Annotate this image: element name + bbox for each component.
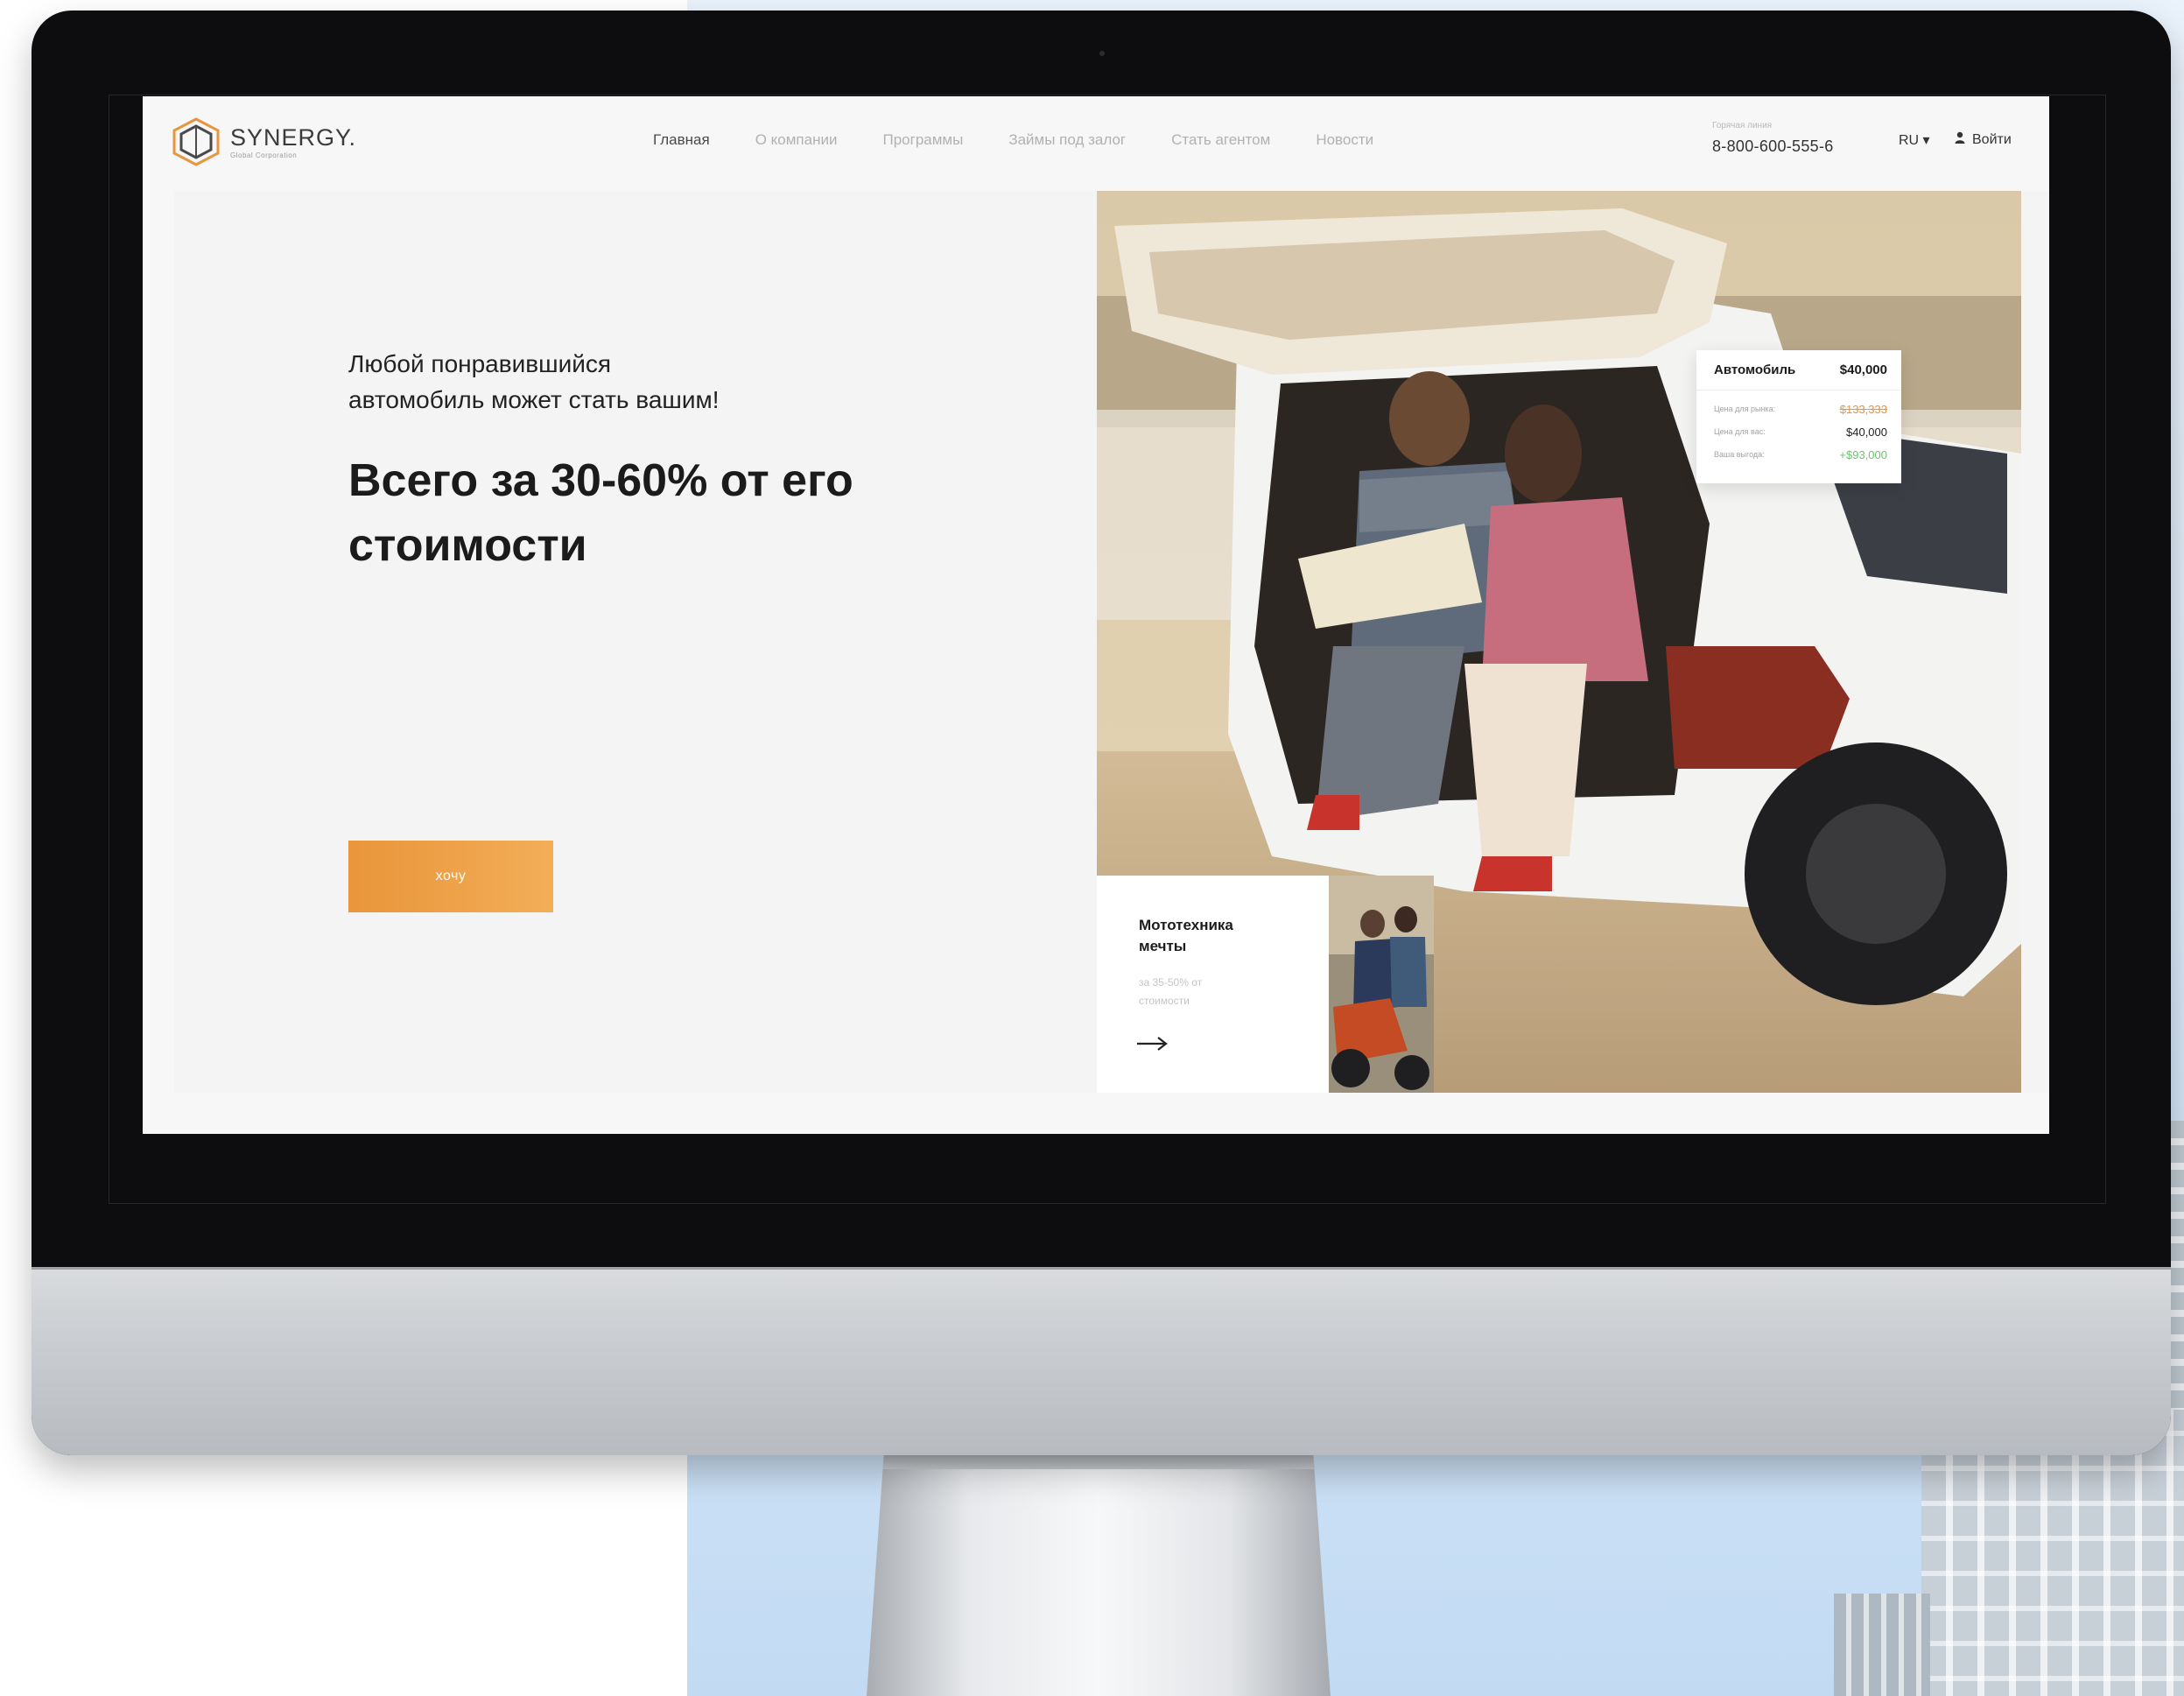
nav-item-news[interactable]: Новости: [1316, 131, 1373, 149]
moto-photo-illustration: [1329, 876, 1434, 1093]
language-selector[interactable]: RU ▾: [1899, 131, 1930, 149]
price-row-label: Цена для рынка:: [1714, 405, 1776, 413]
price-row-market: Цена для рынка: $133,333: [1696, 398, 1901, 420]
hero-headline-line1: Всего за 30-60% от его: [348, 455, 853, 506]
moto-photo: [1329, 876, 1434, 1093]
main-nav: Главная О компании Программы Займы под з…: [653, 131, 1373, 149]
hero-subtitle-line2: автомобиль может стать вашим!: [348, 386, 720, 413]
price-card: Автомобиль $40,000 Цена для рынка: $133,…: [1696, 350, 1901, 483]
price-row-label: Ваша выгода:: [1714, 450, 1765, 459]
hero-headline-line2: стоимости: [348, 520, 587, 571]
nav-item-programs[interactable]: Программы: [882, 131, 963, 149]
monitor-chin: [32, 1267, 2171, 1455]
hotline-label: Горячая линия: [1712, 121, 1773, 130]
price-row-value: $40,000: [1846, 425, 1887, 439]
site-header: SYNERGY. Global Corporation Главная О ко…: [143, 96, 2049, 191]
price-card-price: $40,000: [1839, 362, 1887, 377]
price-row-benefit: Ваша выгода: +$93,000: [1696, 443, 1901, 466]
hero-headline: Всего за 30-60% от его стоимости: [348, 448, 979, 578]
background-building-small: [1834, 1594, 1930, 1696]
want-button[interactable]: хочу: [348, 841, 553, 912]
login-label: Войти: [1972, 131, 2012, 147]
price-row-value: +$93,000: [1839, 447, 1887, 461]
price-card-title: Автомобиль: [1714, 362, 1796, 377]
moto-card-subtitle: за 35-50% от стоимости: [1139, 976, 1203, 1007]
nav-item-home[interactable]: Главная: [653, 131, 710, 149]
logo-text: SYNERGY. Global Corporation: [230, 124, 356, 159]
arrow-right-icon[interactable]: [1135, 1035, 1170, 1052]
monitor-stand: [867, 1436, 1331, 1696]
moto-card-title: Мототехника мечты: [1139, 917, 1233, 954]
price-row-yours: Цена для вас: $40,000: [1696, 420, 1901, 443]
logo-subtitle: Global Corporation: [230, 151, 298, 159]
price-card-header: Автомобиль $40,000: [1696, 350, 1901, 377]
website-screen: SYNERGY. Global Corporation Главная О ко…: [143, 96, 2049, 1134]
phone-link[interactable]: 8-800-600-555-6: [1712, 137, 1834, 156]
nav-item-agent[interactable]: Стать агентом: [1171, 131, 1270, 149]
site-logo[interactable]: SYNERGY. Global Corporation: [171, 116, 356, 168]
camera-icon: [1099, 51, 1105, 56]
nav-item-about[interactable]: О компании: [755, 131, 838, 149]
moto-card[interactable]: Мототехника мечты за 35-50% от стоимости: [1097, 876, 1329, 1093]
hotline: Горячая линия 8-800-600-555-6: [1712, 121, 1834, 156]
hero-subtitle-line1: Любой понравившийся: [348, 350, 612, 377]
hero-subtitle: Любой понравившийся автомобиль может ста…: [348, 346, 804, 418]
price-row-label: Цена для вас:: [1714, 427, 1766, 436]
user-icon: [1955, 131, 1965, 148]
logo-word: SYNERGY.: [230, 124, 357, 151]
login-button[interactable]: Войти: [1955, 131, 2012, 148]
nav-item-loans[interactable]: Займы под залог: [1008, 131, 1126, 149]
price-row-value: $133,333: [1839, 402, 1887, 416]
hexagon-logo-icon: [171, 117, 221, 166]
